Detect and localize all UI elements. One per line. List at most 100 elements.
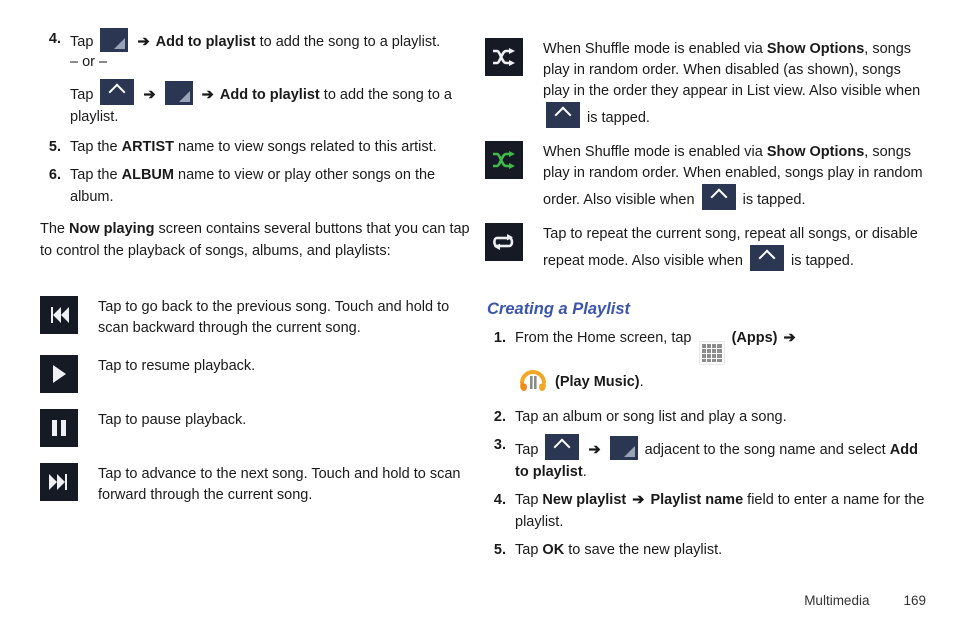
step-item: 4. Tap New playlist ➔ Playlist name fiel… [485, 489, 925, 533]
step4-line1-post: to add the song to a playlist. [259, 34, 441, 50]
step-text: Tap OK to save the new playlist. [515, 539, 925, 561]
play-icon [40, 355, 78, 393]
icon-cell [485, 38, 525, 76]
mode-row: When Shuffle mode is enabled via Show Op… [485, 141, 925, 211]
paragraph-bold: Now playing [69, 221, 155, 237]
play-music-icon [518, 370, 552, 397]
now-playing-paragraph: The Now playing screen contains several … [40, 218, 480, 262]
step-number: 2. [493, 409, 506, 426]
step-item: 6. Tap the ALBUM name to view or play ot… [40, 164, 480, 208]
control-description: Tap to go back to the previous song. Tou… [98, 299, 450, 336]
cp-step1-post: . [639, 374, 644, 391]
control-description: Tap to advance to the next song. Touch a… [98, 466, 461, 503]
step-item: 1. From the Home screen, tap (Apps) ➔ (P… [485, 327, 925, 400]
shuffle-off-icon [485, 38, 523, 76]
step6-pre: Tap the [70, 167, 118, 183]
repeat-t3: is tapped. [790, 253, 854, 269]
arrow-icon: ➔ [588, 442, 601, 459]
apps-grid-icon [698, 341, 725, 366]
icon-cell [485, 141, 525, 179]
chevron-up-icon [545, 434, 580, 461]
overflow-menu-icon [164, 81, 193, 105]
step-number: 4. [48, 31, 61, 47]
chevron-up-icon [100, 79, 135, 105]
cp-step3-mid: adjacent to the song name and select [644, 442, 886, 459]
repeat-t1: Tap to repeat the current song, repeat a… [543, 226, 918, 269]
step4-or: – or – [70, 54, 108, 70]
step-item: 3. Tap ➔ adjacent to the song name and s… [485, 434, 925, 483]
footer-section: Multimedia [804, 593, 870, 608]
control-description: Tap to pause playback. [98, 412, 247, 428]
step-number: 5. [48, 139, 61, 155]
control-row: Tap to go back to the previous song. Tou… [40, 296, 480, 339]
mode-row: When Shuffle mode is enabled via Show Op… [485, 38, 925, 129]
manual-page: 4. Tap ➔ Add to playlist to add the song… [0, 0, 954, 636]
icon-cell [485, 223, 525, 261]
cp-step1-music-label: (Play Music) [555, 374, 640, 391]
step-text: Tap the ARTIST name to view songs relate… [70, 136, 480, 158]
paragraph-pre: The [40, 221, 65, 237]
step-text: From the Home screen, tap (Apps) ➔ (Play… [515, 327, 925, 400]
control-row: Tap to resume playback. [40, 355, 480, 393]
previous-track-icon [40, 296, 78, 334]
arrow-icon: ➔ [137, 34, 150, 50]
step-number: 5. [493, 542, 506, 559]
step-text: Tap an album or song list and play a son… [515, 409, 787, 426]
step5-bold: ARTIST [121, 139, 174, 155]
repeat-icon [485, 223, 523, 261]
shuffle-off-t1: When Shuffle mode is enabled via [543, 41, 763, 57]
step4-line1-bold: Add to playlist [155, 34, 256, 50]
control-description: Tap to resume playback. [98, 358, 256, 374]
arrow-icon: ➔ [783, 330, 796, 346]
step-text: Tap New playlist ➔ Playlist name field t… [515, 489, 925, 533]
step-text: Tap ➔ Add to playlist to add the song to… [70, 28, 480, 128]
shuffle-on-t1: When Shuffle mode is enabled via [543, 144, 763, 160]
cp-step5-post: to save the new playlist. [568, 542, 723, 559]
overflow-menu-icon [100, 28, 129, 52]
step4-line1-pre: Tap [70, 34, 94, 50]
next-track-icon [40, 463, 78, 501]
footer-page-number: 169 [903, 593, 926, 608]
step-text: Tap the ALBUM name to view or play other… [70, 164, 480, 208]
cp-step4-pre: Tap [515, 492, 539, 509]
overflow-menu-icon [609, 436, 638, 461]
step4-line2-bold: Add to playlist [219, 87, 320, 103]
step-number: 4. [493, 492, 506, 509]
shuffle-off-b1: Show Options [766, 41, 865, 57]
step-item: 2. Tap an album or song list and play a … [485, 406, 925, 428]
playback-controls-list: Tap to go back to the previous song. Tou… [40, 296, 480, 506]
cp-step4-b1: New playlist [542, 492, 627, 509]
cp-step4-b2: Playlist name [650, 492, 744, 509]
step4-line2: Tap ➔ ➔ Add to playlist to add the song … [70, 79, 480, 128]
step-number: 1. [493, 330, 506, 346]
step6-bold: ALBUM [121, 167, 174, 183]
shuffle-on-t3: is tapped. [742, 192, 806, 208]
shuffle-on-b1: Show Options [766, 144, 865, 160]
step-item: 5. Tap the ARTIST name to view songs rel… [40, 136, 480, 158]
cp-step1-apps-label: (Apps) [731, 330, 778, 346]
pause-icon [40, 409, 78, 447]
cp-step5-bold: OK [542, 542, 565, 559]
arrow-icon: ➔ [632, 492, 645, 509]
page-title: Creating a Playlist [487, 300, 631, 318]
step-number: 3. [493, 437, 506, 454]
step-item: 4. Tap ➔ Add to playlist to add the song… [40, 28, 480, 128]
mode-description: Tap to repeat the current song, repeat a… [525, 223, 925, 272]
cp-step3-pre: Tap [515, 442, 539, 459]
shuffle-on-icon [485, 141, 523, 179]
step-text: Tap ➔ adjacent to the song name and sele… [515, 434, 925, 483]
icon-cell [40, 355, 80, 393]
left-column: 4. Tap ➔ Add to playlist to add the song… [40, 28, 480, 520]
mode-description: When Shuffle mode is enabled via Show Op… [525, 38, 925, 129]
cp-step1-pre: From the Home screen, tap [515, 330, 692, 346]
arrow-icon: ➔ [201, 87, 214, 103]
step5-pre: Tap the [70, 139, 118, 155]
step5-post: name to view songs related to this artis… [178, 139, 437, 155]
control-row: Tap to advance to the next song. Touch a… [40, 463, 480, 506]
cp-step1-line2: (Play Music). [515, 367, 925, 400]
chevron-up-icon [546, 102, 580, 128]
step-number: 6. [48, 167, 61, 183]
icon-cell [40, 409, 80, 447]
icon-cell [40, 296, 80, 334]
cp-step3-post: . [582, 464, 587, 481]
